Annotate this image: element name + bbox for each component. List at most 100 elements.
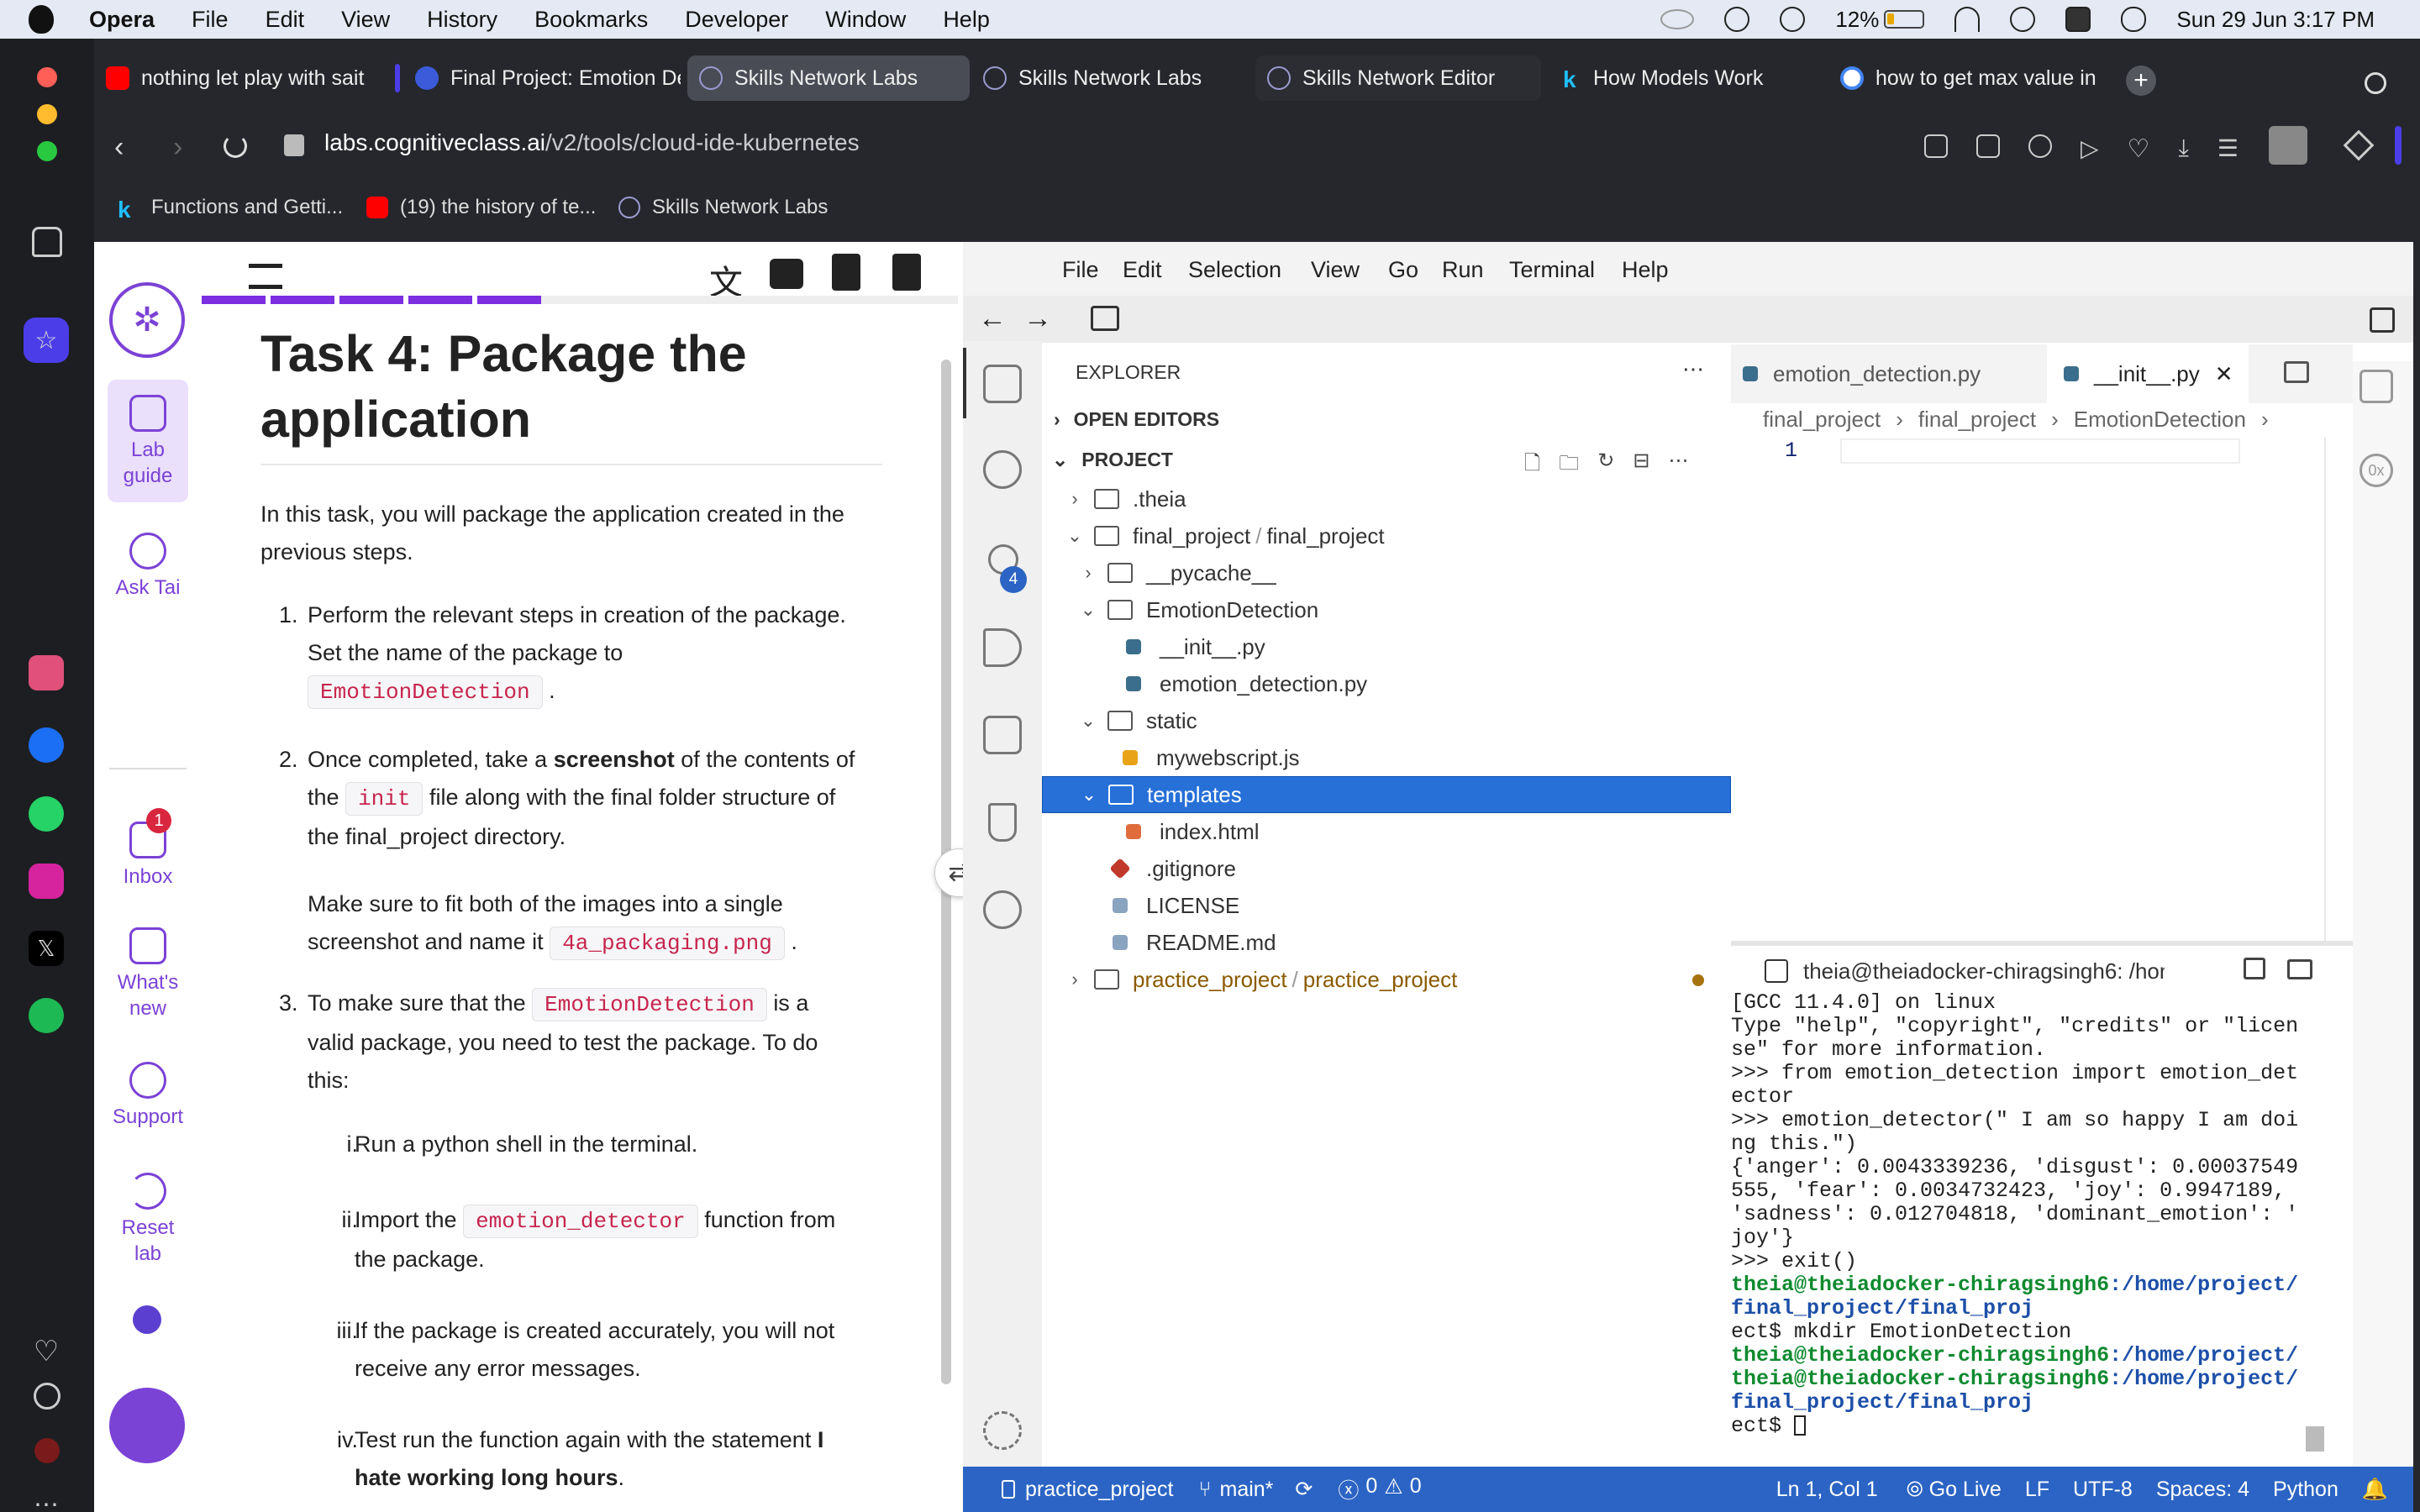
toc-icon[interactable] [249,264,282,289]
aria-icon[interactable] [29,655,64,690]
cloud-icon[interactable] [1660,9,1695,29]
star-icon[interactable]: ☆ [24,318,69,363]
current-line-highlight[interactable] [1840,438,2240,464]
close-window-button[interactable] [37,67,57,87]
menu-view[interactable]: View [341,7,390,33]
menu-window[interactable]: Window [825,7,906,33]
status-encoding[interactable]: UTF-8 [2073,1478,2133,1502]
ublock-icon[interactable] [34,1438,60,1463]
terminal-scrollbar[interactable] [2306,1426,2324,1452]
collapse-all-icon[interactable]: ⊟ [1633,449,1649,483]
battery-status[interactable]: 12% [1835,7,1925,33]
split-terminal-icon[interactable] [2244,958,2265,979]
project-section[interactable]: ⌄ PROJECT [1052,449,1173,471]
status-project[interactable]: practice_project [1002,1478,1173,1502]
terminal-output[interactable]: [GCC 11.4.0] on linux Type "help", "copyr… [1731,991,2328,1462]
tree-item-emotion-detection-py[interactable]: emotion_detection.py [1042,665,1731,702]
bookmark-item[interactable]: k Functions and Getti... [118,193,343,223]
wifi-icon[interactable] [1954,7,1981,32]
status-eol[interactable]: LF [2025,1478,2049,1502]
spotify-icon[interactable] [29,998,64,1033]
back-button[interactable]: ‹ [114,131,124,164]
breadcrumb-item[interactable]: final_project [1918,407,2036,433]
tree-item-theia[interactable]: › .theia [1042,480,1731,517]
whatsapp-icon[interactable] [29,796,64,832]
search-icon[interactable] [983,450,1022,489]
open-editors-section[interactable]: › OPEN EDITORS [1054,408,1219,431]
headphones-icon[interactable] [1724,7,1750,32]
tree-item-practice-project[interactable]: › practice_project / practice_project [1042,961,1731,998]
forward-button[interactable]: › [173,131,182,164]
browser-tab[interactable]: Skills Network Labs [971,55,1249,101]
inbox-nav-item[interactable]: Inbox [106,822,190,890]
whats-new-nav-item[interactable]: What's new [106,927,190,1021]
user-app-icon[interactable] [2065,7,2091,32]
browser-tab[interactable]: nothing let play with sait [94,55,371,101]
editor-tab[interactable]: emotion_detection.py [1743,344,1981,403]
tree-item-pycache[interactable]: › __pycache__ [1042,554,1731,591]
profile-avatar[interactable] [2269,126,2307,165]
browser-tab[interactable]: how to get max value in [1828,55,2097,101]
hex-icon[interactable]: 0x [2360,454,2393,487]
testing-icon[interactable] [988,803,1017,842]
bookmark-item[interactable]: Skills Network Labs [618,193,828,222]
menu-developer[interactable]: Developer [685,7,788,33]
home-icon[interactable] [32,227,62,257]
split-editor-icon[interactable] [2284,361,2309,383]
reset-lab-nav-item[interactable]: Reset lab [106,1173,190,1267]
status-problems[interactable]: ⓧ 0 ⚠ 0 [1338,1474,1421,1504]
status-indentation[interactable]: Spaces: 4 [2156,1478,2249,1502]
browser-tab[interactable]: k How Models Work [1551,55,1820,101]
ask-tai-nav-item[interactable]: Ask Tai [106,533,190,601]
browser-tab[interactable]: Skills Network Editor [1255,55,1541,101]
status-language[interactable]: Python [2273,1478,2338,1502]
ide-menu-file[interactable]: File [1062,257,1099,283]
user-avatar[interactable] [109,1388,185,1463]
add-page-icon[interactable] [832,254,860,291]
editor-tab-active[interactable]: __init__.py ✕ [2047,344,2249,403]
menu-history[interactable]: History [427,7,497,33]
status-go-live[interactable]: ⦾ Go Live [1907,1478,2002,1502]
download-icon[interactable]: ⤓ [2178,134,2188,164]
explorer-more-icon[interactable]: ⋯ [1682,356,1704,382]
ide-menu-run[interactable]: Run [1442,257,1484,283]
skills-network-logo[interactable]: ✲ [109,282,185,358]
search-icon[interactable] [2010,7,2036,32]
ide-menu-help[interactable]: Help [1622,257,1669,283]
apple-icon[interactable] [29,5,54,34]
menu-bookmarks[interactable]: Bookmarks [534,7,648,33]
toggle-sidebar-icon[interactable] [1091,306,1119,331]
new-tab-button[interactable]: + [2126,66,2156,96]
browser-tab[interactable]: Final Project: Emotion De [403,55,681,101]
refresh-icon[interactable]: ↻ [1597,449,1614,483]
breadcrumb-item[interactable]: final_project [1763,407,1881,433]
tree-item-license[interactable]: LICENSE [1042,887,1731,924]
menu-app-name[interactable]: Opera [89,7,155,33]
ide-menu-go[interactable]: Go [1388,257,1418,283]
bookmark-item[interactable]: (19) the history of te... [366,193,596,222]
tree-item-init-py[interactable]: __init__.py [1042,628,1731,665]
instagram-icon[interactable] [29,864,64,899]
close-tab-icon[interactable]: ✕ [2215,361,2233,387]
nav-back-icon[interactable]: ← [978,302,1007,335]
skills-network-toolbox-icon[interactable] [983,890,1022,929]
extensions-icon[interactable] [983,716,1022,754]
status-branch[interactable]: ⑂ main* [1198,1478,1273,1502]
zoom-window-button[interactable] [37,141,57,161]
support-nav-item[interactable]: Support [106,1062,190,1130]
tree-item-index-html[interactable]: index.html [1042,813,1731,850]
outline-icon[interactable] [2360,370,2393,403]
more-icon[interactable]: ⋯ [24,1482,69,1512]
explorer-icon[interactable] [983,365,1022,403]
edit-icon[interactable] [1924,134,1948,158]
send-icon[interactable]: ▷ [2081,134,2099,164]
reload-icon[interactable] [224,134,247,158]
tab-search-icon[interactable] [2365,72,2386,94]
notifications-bell-icon[interactable]: 🔔 [2362,1478,2388,1502]
browser-tab-active[interactable]: Skills Network Labs [687,55,970,101]
menubar-datetime[interactable]: Sun 29 Jun 3:17 PM [2176,7,2375,33]
address-bar[interactable]: labs.cognitiveclass.ai/v2/tools/cloud-id… [324,129,860,156]
tree-item-static[interactable]: ⌄ static [1042,702,1731,739]
shield-icon[interactable] [2028,134,2052,158]
x-icon[interactable]: 𝕏 [29,931,64,966]
